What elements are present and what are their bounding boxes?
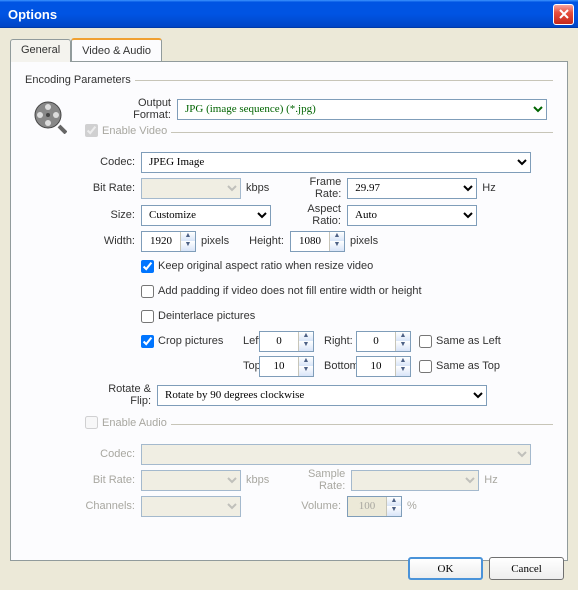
checkbox-same-top[interactable] — [419, 360, 432, 373]
tabstrip: General Video & Audio — [10, 38, 568, 61]
tab-video-audio[interactable]: Video & Audio — [71, 38, 162, 61]
input-crop-bottom[interactable] — [357, 357, 395, 376]
select-video-bitrate — [141, 178, 241, 199]
select-size[interactable]: Customize — [141, 205, 271, 226]
titlebar: Options — [0, 0, 578, 28]
cancel-button[interactable]: Cancel — [489, 557, 564, 580]
label-height: Height: — [239, 235, 290, 247]
group-enable-video: Enable Video Codec: JPEG Image Bit Rate:… — [85, 124, 553, 412]
label-audio-codec: Codec: — [85, 448, 141, 460]
dialog-buttons: OK Cancel — [408, 557, 564, 580]
label-channels: Channels: — [85, 500, 141, 512]
label-video-bitrate: Bit Rate: — [85, 182, 141, 194]
label-crop-top: Top: — [233, 360, 259, 372]
label-volume: Volume: — [241, 500, 347, 512]
checkbox-enable-video — [85, 124, 98, 137]
spin-width[interactable]: ▲▼ — [141, 231, 196, 252]
label-crop: Crop pictures — [158, 335, 223, 347]
select-frame-rate[interactable]: 29.97 — [347, 178, 477, 199]
spin-crop-right[interactable]: ▲▼ — [356, 331, 411, 352]
close-button[interactable] — [553, 4, 574, 25]
label-enable-video: Enable Video — [102, 125, 167, 137]
input-volume — [348, 497, 386, 516]
label-frame-rate: Frame Rate: — [279, 176, 347, 200]
spin-height[interactable]: ▲▼ — [290, 231, 345, 252]
checkbox-same-left[interactable] — [419, 335, 432, 348]
input-crop-left[interactable] — [260, 332, 298, 351]
checkbox-keep-aspect[interactable] — [141, 260, 154, 273]
select-sample-rate — [351, 470, 479, 491]
label-audio-bitrate: Bit Rate: — [85, 474, 141, 486]
label-crop-bottom: Bottom: — [314, 360, 356, 372]
label-deinterlace: Deinterlace pictures — [158, 310, 255, 322]
checkbox-enable-audio — [85, 416, 98, 429]
label-crop-right: Right: — [314, 335, 356, 347]
legend-encoding: Encoding Parameters — [25, 74, 135, 86]
label-same-left: Same as Left — [436, 335, 501, 347]
select-rotate[interactable]: Rotate by 90 degrees clockwise — [157, 385, 487, 406]
select-aspect[interactable]: Auto — [347, 205, 477, 226]
group-encoding: Encoding Parameters Output Format: JPG (… — [25, 74, 553, 528]
unit-kbps-1: kbps — [241, 182, 279, 194]
label-same-top: Same as Top — [436, 360, 500, 372]
select-output-format[interactable]: JPG (image sequence) (*.jpg) — [177, 99, 547, 120]
label-enable-audio: Enable Audio — [102, 417, 167, 429]
select-channels — [141, 496, 241, 517]
input-crop-top[interactable] — [260, 357, 298, 376]
film-reel-icon — [33, 100, 67, 137]
unit-kbps-2: kbps — [241, 474, 279, 486]
spin-crop-top[interactable]: ▲▼ — [259, 356, 314, 377]
unit-percent: % — [402, 500, 427, 512]
label-width: Width: — [85, 235, 141, 247]
label-sample-rate: Sample Rate: — [279, 468, 351, 492]
checkbox-add-padding[interactable] — [141, 285, 154, 298]
checkbox-deinterlace[interactable] — [141, 310, 154, 323]
select-video-codec[interactable]: JPEG Image — [141, 152, 531, 173]
spin-crop-left[interactable]: ▲▼ — [259, 331, 314, 352]
ok-button[interactable]: OK — [408, 557, 483, 580]
label-rotate: Rotate & Flip: — [85, 383, 157, 407]
unit-pixels-2: pixels — [345, 235, 388, 247]
spin-crop-bottom[interactable]: ▲▼ — [356, 356, 411, 377]
window-title: Options — [8, 7, 57, 22]
client-area: General Video & Audio Encoding Parameter… — [0, 28, 578, 590]
select-audio-codec — [141, 444, 531, 465]
select-audio-bitrate — [141, 470, 241, 491]
spin-volume: ▲▼ — [347, 496, 402, 517]
input-crop-right[interactable] — [357, 332, 395, 351]
label-video-codec: Codec: — [85, 156, 141, 168]
label-aspect: Aspect Ratio: — [271, 203, 347, 227]
unit-hz-1: Hz — [477, 182, 505, 194]
group-enable-audio: Enable Audio Codec: Bit Rate: kbps Sampl… — [85, 416, 553, 522]
input-height[interactable] — [291, 232, 329, 251]
checkbox-crop[interactable] — [141, 335, 154, 348]
label-output-format: Output Format: — [105, 97, 177, 121]
label-keep-aspect: Keep original aspect ratio when resize v… — [158, 260, 373, 272]
label-size: Size: — [85, 209, 141, 221]
tab-general[interactable]: General — [10, 39, 71, 62]
label-crop-left: Left: — [233, 335, 259, 347]
tabpage-video-audio: Encoding Parameters Output Format: JPG (… — [10, 61, 568, 561]
label-add-padding: Add padding if video does not fill entir… — [158, 285, 422, 297]
unit-hz-2: Hz — [479, 474, 507, 486]
unit-pixels-1: pixels — [196, 235, 239, 247]
input-width[interactable] — [142, 232, 180, 251]
